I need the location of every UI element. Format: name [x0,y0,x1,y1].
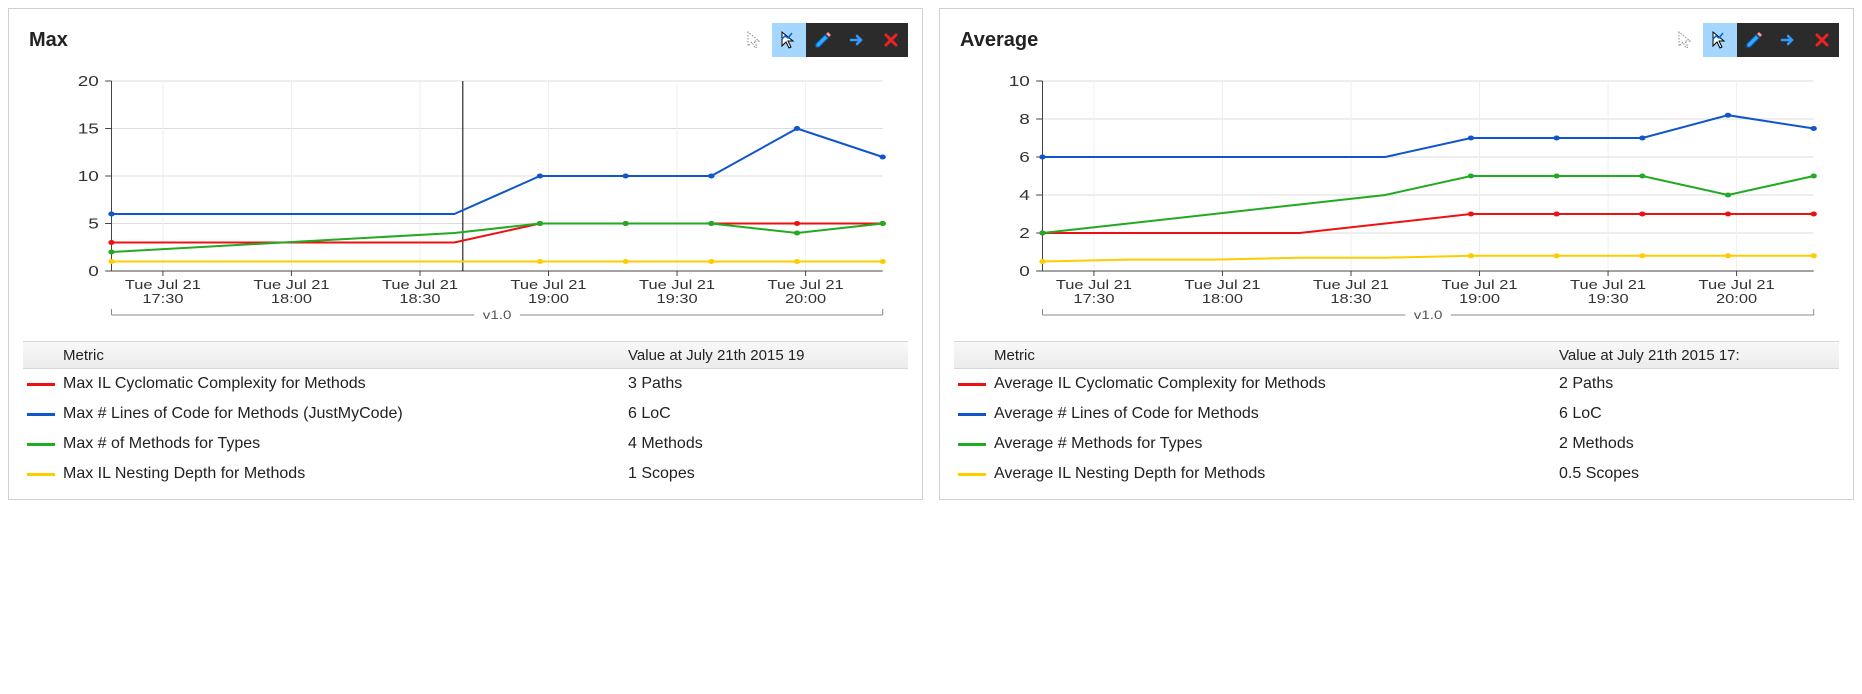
svg-text:Tue Jul 21: Tue Jul 21 [125,278,201,292]
series-swatch [27,443,55,446]
metric-header[interactable]: Metric [63,347,628,364]
table-row[interactable]: Max IL Nesting Depth for Methods1 Scopes [23,459,908,489]
value-cell: 6 LoC [1559,405,1839,423]
svg-text:4: 4 [1019,187,1030,204]
svg-text:Tue Jul 21: Tue Jul 21 [1442,278,1518,292]
value-header[interactable]: Value at July 21th 2015 17: [1559,347,1839,364]
metric-rows: Average IL Cyclomatic Complexity for Met… [954,369,1839,489]
svg-text:5: 5 [88,215,99,232]
close-icon[interactable] [1805,23,1839,57]
metric-rows: Max IL Cyclomatic Complexity for Methods… [23,369,908,489]
svg-text:6: 6 [1019,149,1030,166]
svg-text:Tue Jul 21: Tue Jul 21 [768,278,844,292]
chart-cursor-icon[interactable] [1703,23,1737,57]
chart-max[interactable]: 05101520Tue Jul 2117:30Tue Jul 2118:00Tu… [23,71,908,331]
value-cell: 0.5 Scopes [1559,465,1839,483]
value-header[interactable]: Value at July 21th 2015 19 [628,347,908,364]
value-cell: 3 Paths [628,375,908,393]
svg-text:18:00: 18:00 [1202,292,1243,306]
svg-text:20: 20 [78,73,99,90]
svg-text:Tue Jul 21: Tue Jul 21 [1056,278,1132,292]
arrow-right-icon[interactable] [1771,23,1805,57]
table-row[interactable]: Max # of Methods for Types4 Methods [23,429,908,459]
svg-text:v1.0: v1.0 [1414,308,1443,321]
cursor-icon[interactable] [1669,23,1703,57]
series-swatch [958,473,986,476]
svg-text:v1.0: v1.0 [483,308,512,321]
value-cell: 1 Scopes [628,465,908,483]
arrow-right-icon[interactable] [840,23,874,57]
svg-text:Tue Jul 21: Tue Jul 21 [1184,278,1260,292]
panel-title: Max [29,29,68,52]
svg-text:0: 0 [88,263,99,280]
svg-text:18:30: 18:30 [399,292,440,306]
value-cell: 4 Methods [628,435,908,453]
table-row[interactable]: Average # Lines of Code for Methods6 LoC [954,399,1839,429]
series-swatch [27,473,55,476]
chart-cursor-icon[interactable] [772,23,806,57]
value-cell: 6 LoC [628,405,908,423]
table-row[interactable]: Max IL Cyclomatic Complexity for Methods… [23,369,908,399]
svg-text:17:30: 17:30 [1073,292,1114,306]
svg-text:2: 2 [1019,225,1030,242]
value-cell: 2 Paths [1559,375,1839,393]
svg-text:20:00: 20:00 [785,292,826,306]
svg-text:Tue Jul 21: Tue Jul 21 [1313,278,1389,292]
svg-text:19:00: 19:00 [1459,292,1500,306]
svg-text:19:30: 19:30 [1588,292,1629,306]
series-swatch [958,443,986,446]
metric-cell: Max IL Nesting Depth for Methods [63,465,628,483]
table-row[interactable]: Average IL Cyclomatic Complexity for Met… [954,369,1839,399]
table-header: Metric Value at July 21th 2015 19 [23,341,908,369]
metric-cell: Max IL Cyclomatic Complexity for Methods [63,375,628,393]
svg-text:19:00: 19:00 [528,292,569,306]
metric-header[interactable]: Metric [994,347,1559,364]
svg-text:20:00: 20:00 [1716,292,1757,306]
series-swatch [27,383,55,386]
panel-max: Max 05101520Tue Jul 2117:30Tue Jul 2118:… [8,8,923,500]
svg-text:18:30: 18:30 [1330,292,1371,306]
table-row[interactable]: Average # Methods for Types2 Methods [954,429,1839,459]
cursor-icon[interactable] [738,23,772,57]
panel-header: Max [23,23,908,57]
chart-average[interactable]: 0246810Tue Jul 2117:30Tue Jul 2118:00Tue… [954,71,1839,331]
svg-text:17:30: 17:30 [142,292,183,306]
svg-text:Tue Jul 21: Tue Jul 21 [639,278,715,292]
panel-average: Average 0246810Tue Jul 2117:30Tue Jul 21… [939,8,1854,500]
edit-icon[interactable] [806,23,840,57]
table-row[interactable]: Max # Lines of Code for Methods (JustMyC… [23,399,908,429]
svg-text:Tue Jul 21: Tue Jul 21 [382,278,458,292]
series-swatch [958,413,986,416]
close-icon[interactable] [874,23,908,57]
svg-text:0: 0 [1019,263,1030,280]
panel-header: Average [954,23,1839,57]
svg-text:Tue Jul 21: Tue Jul 21 [1699,278,1775,292]
svg-text:Tue Jul 21: Tue Jul 21 [253,278,329,292]
panel-title: Average [960,29,1038,52]
series-swatch [27,413,55,416]
svg-text:18:00: 18:00 [271,292,312,306]
svg-text:10: 10 [78,168,99,185]
svg-text:10: 10 [1009,73,1030,90]
svg-text:19:30: 19:30 [657,292,698,306]
metric-cell: Average IL Nesting Depth for Methods [994,465,1559,483]
edit-icon[interactable] [1737,23,1771,57]
svg-text:Tue Jul 21: Tue Jul 21 [511,278,587,292]
svg-text:8: 8 [1019,111,1030,128]
metric-cell: Average # Lines of Code for Methods [994,405,1559,423]
svg-text:Tue Jul 21: Tue Jul 21 [1570,278,1646,292]
metric-cell: Max # of Methods for Types [63,435,628,453]
table-row[interactable]: Average IL Nesting Depth for Methods0.5 … [954,459,1839,489]
svg-text:15: 15 [78,120,99,137]
toolbar [738,23,908,57]
series-swatch [958,383,986,386]
metric-cell: Max # Lines of Code for Methods (JustMyC… [63,405,628,423]
value-cell: 2 Methods [1559,435,1839,453]
metric-cell: Average IL Cyclomatic Complexity for Met… [994,375,1559,393]
toolbar [1669,23,1839,57]
table-header: Metric Value at July 21th 2015 17: [954,341,1839,369]
metric-cell: Average # Methods for Types [994,435,1559,453]
